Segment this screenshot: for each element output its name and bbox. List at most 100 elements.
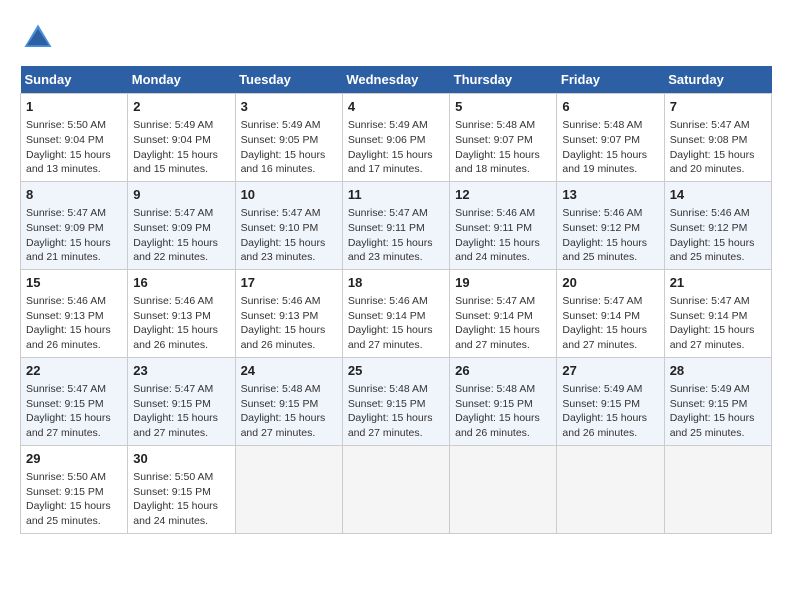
table-row: 27 Sunrise: 5:49 AMSunset: 9:15 PMDayligh… xyxy=(557,357,664,445)
table-row: 22Sunrise: 5:47 AMSunset: 9:15 PMDayligh… xyxy=(21,357,128,445)
header-sunday: Sunday xyxy=(21,66,128,94)
day-number: 18 xyxy=(348,274,444,292)
table-row xyxy=(450,445,557,533)
day-info: Sunrise: 5:47 AMSunset: 9:11 PMDaylight:… xyxy=(348,206,444,265)
calendar-week-row: 15 Sunrise: 5:46 AMSunset: 9:13 PMDayligh… xyxy=(21,269,772,357)
day-info: Sunrise: 5:46 AMSunset: 9:13 PMDaylight:… xyxy=(241,294,337,353)
weekday-header-row: Sunday Monday Tuesday Wednesday Thursday… xyxy=(21,66,772,94)
day-info: Sunrise: 5:50 AMSunset: 9:04 PMDaylight:… xyxy=(26,118,122,177)
header-saturday: Saturday xyxy=(664,66,771,94)
day-number: 14 xyxy=(670,186,766,204)
table-row: 9 Sunrise: 5:47 AMSunset: 9:09 PMDaylight… xyxy=(128,181,235,269)
day-info: Sunrise: 5:47 AMSunset: 9:15 PMDaylight:… xyxy=(26,382,122,441)
day-info: Sunrise: 5:48 AMSunset: 9:07 PMDaylight:… xyxy=(455,118,551,177)
day-number: 1 xyxy=(26,98,122,116)
calendar-table: Sunday Monday Tuesday Wednesday Thursday… xyxy=(20,66,772,534)
logo xyxy=(20,20,62,56)
day-number: 29 xyxy=(26,450,122,468)
table-row: 14 Sunrise: 5:46 AMSunset: 9:12 PMDayligh… xyxy=(664,181,771,269)
day-info: Sunrise: 5:49 AMSunset: 9:15 PMDaylight:… xyxy=(562,382,658,441)
table-row: 30 Sunrise: 5:50 AMSunset: 9:15 PMDayligh… xyxy=(128,445,235,533)
day-number: 6 xyxy=(562,98,658,116)
day-info: Sunrise: 5:49 AMSunset: 9:05 PMDaylight:… xyxy=(241,118,337,177)
table-row: 11Sunrise: 5:47 AMSunset: 9:11 PMDayligh… xyxy=(342,181,449,269)
header xyxy=(20,20,772,56)
day-info: Sunrise: 5:49 AMSunset: 9:06 PMDaylight:… xyxy=(348,118,444,177)
table-row: 26Sunrise: 5:48 AMSunset: 9:15 PMDayligh… xyxy=(450,357,557,445)
day-number: 30 xyxy=(133,450,229,468)
day-info: Sunrise: 5:46 AMSunset: 9:13 PMDaylight:… xyxy=(133,294,229,353)
table-row: 29 Sunrise: 5:50 AMSunset: 9:15 PMDayligh… xyxy=(21,445,128,533)
day-info: Sunrise: 5:47 AMSunset: 9:15 PMDaylight:… xyxy=(133,382,229,441)
day-info: Sunrise: 5:48 AMSunset: 9:15 PMDaylight:… xyxy=(241,382,337,441)
day-number: 7 xyxy=(670,98,766,116)
day-number: 16 xyxy=(133,274,229,292)
table-row: 25 Sunrise: 5:48 AMSunset: 9:15 PMDayligh… xyxy=(342,357,449,445)
day-number: 27 xyxy=(562,362,658,380)
table-row: 18Sunrise: 5:46 AMSunset: 9:14 PMDayligh… xyxy=(342,269,449,357)
table-row xyxy=(664,445,771,533)
day-number: 9 xyxy=(133,186,229,204)
table-row: 16 Sunrise: 5:46 AMSunset: 9:13 PMDayligh… xyxy=(128,269,235,357)
day-number: 8 xyxy=(26,186,122,204)
day-info: Sunrise: 5:50 AMSunset: 9:15 PMDaylight:… xyxy=(26,470,122,529)
table-row xyxy=(342,445,449,533)
header-monday: Monday xyxy=(128,66,235,94)
logo-icon xyxy=(20,20,56,56)
day-number: 12 xyxy=(455,186,551,204)
day-number: 3 xyxy=(241,98,337,116)
day-number: 26 xyxy=(455,362,551,380)
day-info: Sunrise: 5:46 AMSunset: 9:12 PMDaylight:… xyxy=(562,206,658,265)
day-number: 25 xyxy=(348,362,444,380)
table-row: 17Sunrise: 5:46 AMSunset: 9:13 PMDayligh… xyxy=(235,269,342,357)
header-wednesday: Wednesday xyxy=(342,66,449,94)
header-thursday: Thursday xyxy=(450,66,557,94)
day-info: Sunrise: 5:49 AMSunset: 9:04 PMDaylight:… xyxy=(133,118,229,177)
table-row: 15 Sunrise: 5:46 AMSunset: 9:13 PMDayligh… xyxy=(21,269,128,357)
header-friday: Friday xyxy=(557,66,664,94)
table-row xyxy=(235,445,342,533)
table-row: 23 Sunrise: 5:47 AMSunset: 9:15 PMDayligh… xyxy=(128,357,235,445)
day-number: 15 xyxy=(26,274,122,292)
header-tuesday: Tuesday xyxy=(235,66,342,94)
table-row: 1 Sunrise: 5:50 AMSunset: 9:04 PMDaylight… xyxy=(21,94,128,182)
day-number: 20 xyxy=(562,274,658,292)
table-row xyxy=(557,445,664,533)
day-number: 28 xyxy=(670,362,766,380)
day-number: 5 xyxy=(455,98,551,116)
day-number: 21 xyxy=(670,274,766,292)
day-info: Sunrise: 5:46 AMSunset: 9:13 PMDaylight:… xyxy=(26,294,122,353)
table-row: 19 Sunrise: 5:47 AMSunset: 9:14 PMDayligh… xyxy=(450,269,557,357)
day-number: 24 xyxy=(241,362,337,380)
day-info: Sunrise: 5:48 AMSunset: 9:07 PMDaylight:… xyxy=(562,118,658,177)
day-info: Sunrise: 5:49 AMSunset: 9:15 PMDaylight:… xyxy=(670,382,766,441)
table-row: 12 Sunrise: 5:46 AMSunset: 9:11 PMDayligh… xyxy=(450,181,557,269)
table-row: 24 Sunrise: 5:48 AMSunset: 9:15 PMDayligh… xyxy=(235,357,342,445)
table-row: 5 Sunrise: 5:48 AMSunset: 9:07 PMDaylight… xyxy=(450,94,557,182)
calendar-week-row: 8 Sunrise: 5:47 AMSunset: 9:09 PMDaylight… xyxy=(21,181,772,269)
day-number: 19 xyxy=(455,274,551,292)
day-info: Sunrise: 5:47 AMSunset: 9:08 PMDaylight:… xyxy=(670,118,766,177)
day-info: Sunrise: 5:47 AMSunset: 9:14 PMDaylight:… xyxy=(455,294,551,353)
calendar-week-row: 22Sunrise: 5:47 AMSunset: 9:15 PMDayligh… xyxy=(21,357,772,445)
day-info: Sunrise: 5:46 AMSunset: 9:12 PMDaylight:… xyxy=(670,206,766,265)
day-info: Sunrise: 5:47 AMSunset: 9:09 PMDaylight:… xyxy=(26,206,122,265)
day-info: Sunrise: 5:48 AMSunset: 9:15 PMDaylight:… xyxy=(348,382,444,441)
day-info: Sunrise: 5:47 AMSunset: 9:09 PMDaylight:… xyxy=(133,206,229,265)
calendar-week-row: 29 Sunrise: 5:50 AMSunset: 9:15 PMDayligh… xyxy=(21,445,772,533)
day-info: Sunrise: 5:47 AMSunset: 9:14 PMDaylight:… xyxy=(670,294,766,353)
day-info: Sunrise: 5:50 AMSunset: 9:15 PMDaylight:… xyxy=(133,470,229,529)
day-number: 23 xyxy=(133,362,229,380)
day-number: 4 xyxy=(348,98,444,116)
table-row: 10Sunrise: 5:47 AMSunset: 9:10 PMDayligh… xyxy=(235,181,342,269)
table-row: 20Sunrise: 5:47 AMSunset: 9:14 PMDayligh… xyxy=(557,269,664,357)
day-number: 10 xyxy=(241,186,337,204)
table-row: 3 Sunrise: 5:49 AMSunset: 9:05 PMDaylight… xyxy=(235,94,342,182)
table-row: 8 Sunrise: 5:47 AMSunset: 9:09 PMDaylight… xyxy=(21,181,128,269)
day-number: 13 xyxy=(562,186,658,204)
table-row: 7 Sunrise: 5:47 AMSunset: 9:08 PMDaylight… xyxy=(664,94,771,182)
day-info: Sunrise: 5:46 AMSunset: 9:11 PMDaylight:… xyxy=(455,206,551,265)
table-row: 4 Sunrise: 5:49 AMSunset: 9:06 PMDaylight… xyxy=(342,94,449,182)
table-row: 6 Sunrise: 5:48 AMSunset: 9:07 PMDaylight… xyxy=(557,94,664,182)
table-row: 13 Sunrise: 5:46 AMSunset: 9:12 PMDayligh… xyxy=(557,181,664,269)
